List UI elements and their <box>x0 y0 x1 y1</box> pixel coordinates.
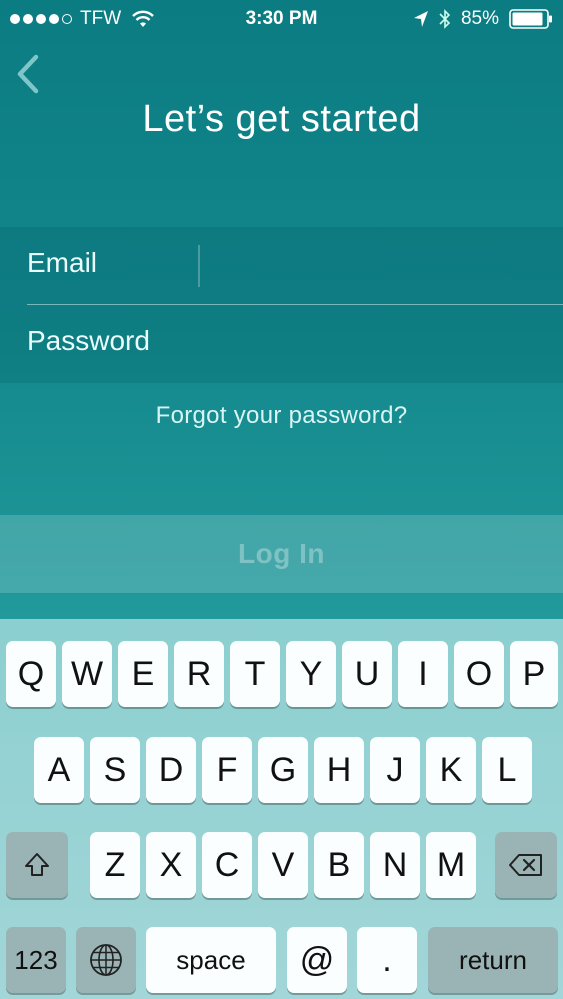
text-cursor <box>198 245 200 287</box>
backspace-icon <box>509 854 542 876</box>
key-j[interactable]: J <box>370 737 420 803</box>
page-title: Let’s get started <box>142 98 421 140</box>
key-i[interactable]: I <box>398 641 448 707</box>
back-chevron-icon[interactable] <box>12 52 42 96</box>
password-label: Password <box>27 325 150 356</box>
key-h[interactable]: H <box>314 737 364 803</box>
at-key[interactable]: @ <box>287 927 347 993</box>
email-row[interactable]: Email <box>0 227 563 305</box>
bluetooth-icon <box>439 9 451 29</box>
forgot-password-link[interactable]: Forgot your password? <box>0 402 563 430</box>
keyboard: Q W E R T Y U I O P A S D F G H J K L Z … <box>0 619 563 999</box>
status-right: 85% <box>413 8 553 30</box>
login-form: Email Password <box>0 227 563 383</box>
key-r[interactable]: R <box>174 641 224 707</box>
key-w[interactable]: W <box>62 641 112 707</box>
key-b[interactable]: B <box>314 832 364 898</box>
key-f[interactable]: F <box>202 737 252 803</box>
globe-icon <box>90 944 122 976</box>
key-l[interactable]: L <box>482 737 532 803</box>
shift-key[interactable] <box>6 832 68 898</box>
key-g[interactable]: G <box>258 737 308 803</box>
key-p[interactable]: P <box>510 641 558 707</box>
numbers-key[interactable]: 123 <box>6 927 66 993</box>
key-z[interactable]: Z <box>90 832 140 898</box>
email-label: Email <box>27 247 98 278</box>
key-u[interactable]: U <box>342 641 392 707</box>
status-bar: TFW 3:30 PM 85% <box>0 0 563 38</box>
key-a[interactable]: A <box>34 737 84 803</box>
key-m[interactable]: M <box>426 832 476 898</box>
return-key[interactable]: return <box>428 927 558 993</box>
key-k[interactable]: K <box>426 737 476 803</box>
key-n[interactable]: N <box>370 832 420 898</box>
location-arrow-icon <box>413 11 428 27</box>
battery-percent: 85% <box>460 8 499 29</box>
key-x[interactable]: X <box>146 832 196 898</box>
globe-key[interactable] <box>76 927 136 993</box>
login-button[interactable]: Log In <box>0 515 563 593</box>
key-e[interactable]: E <box>118 641 168 707</box>
email-field[interactable] <box>205 241 545 291</box>
dot-key[interactable]: . <box>357 927 417 993</box>
key-v[interactable]: V <box>258 832 308 898</box>
battery-icon <box>509 9 552 29</box>
key-d[interactable]: D <box>146 737 196 803</box>
shift-arrow-icon <box>25 853 49 876</box>
password-row[interactable]: Password <box>0 305 563 383</box>
key-q[interactable]: Q <box>6 641 56 707</box>
key-t[interactable]: T <box>230 641 280 707</box>
key-s[interactable]: S <box>90 737 140 803</box>
key-c[interactable]: C <box>202 832 252 898</box>
delete-key[interactable] <box>495 832 557 898</box>
password-field[interactable] <box>205 319 545 369</box>
space-key[interactable]: space <box>146 927 276 993</box>
key-o[interactable]: O <box>454 641 504 707</box>
key-y[interactable]: Y <box>286 641 336 707</box>
